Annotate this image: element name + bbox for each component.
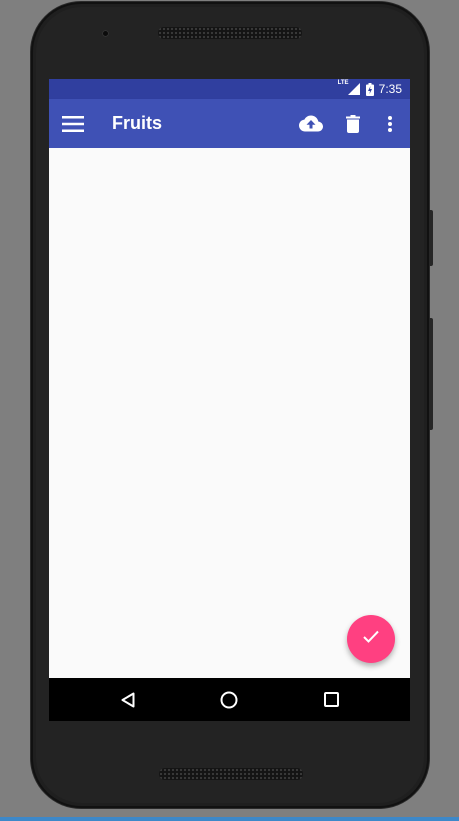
fruit-list-area [49, 148, 410, 678]
status-time: 7:35 [378, 82, 402, 96]
confirm-fab[interactable] [347, 615, 395, 663]
cloud-upload-icon[interactable] [297, 99, 325, 148]
app-toolbar: Fruits [49, 99, 410, 148]
hamburger-menu-icon[interactable] [59, 99, 87, 148]
check-icon [363, 630, 379, 648]
toolbar-title: Fruits [112, 113, 163, 133]
host-window-edge [0, 817, 459, 821]
system-navigation-bar [49, 678, 410, 721]
bottom-speaker-grille [159, 768, 303, 780]
back-triangle-icon[interactable] [106, 678, 150, 721]
delete-icon[interactable] [341, 99, 365, 148]
top-speaker-grille [158, 27, 302, 39]
home-circle-icon[interactable] [207, 678, 251, 721]
status-icons: LTE 7:35 [338, 79, 402, 99]
front-camera [102, 30, 109, 37]
network-type-label: LTE [337, 80, 349, 86]
volume-button [429, 318, 433, 430]
lte-signal-icon: LTE [338, 80, 361, 95]
more-vert-icon[interactable] [381, 99, 399, 148]
device-screen: LTE 7:35 Fruits [49, 79, 410, 721]
battery-charging-icon [365, 82, 374, 96]
status-bar: LTE 7:35 [49, 79, 410, 99]
power-button [429, 210, 433, 266]
recents-square-icon[interactable] [309, 678, 353, 721]
